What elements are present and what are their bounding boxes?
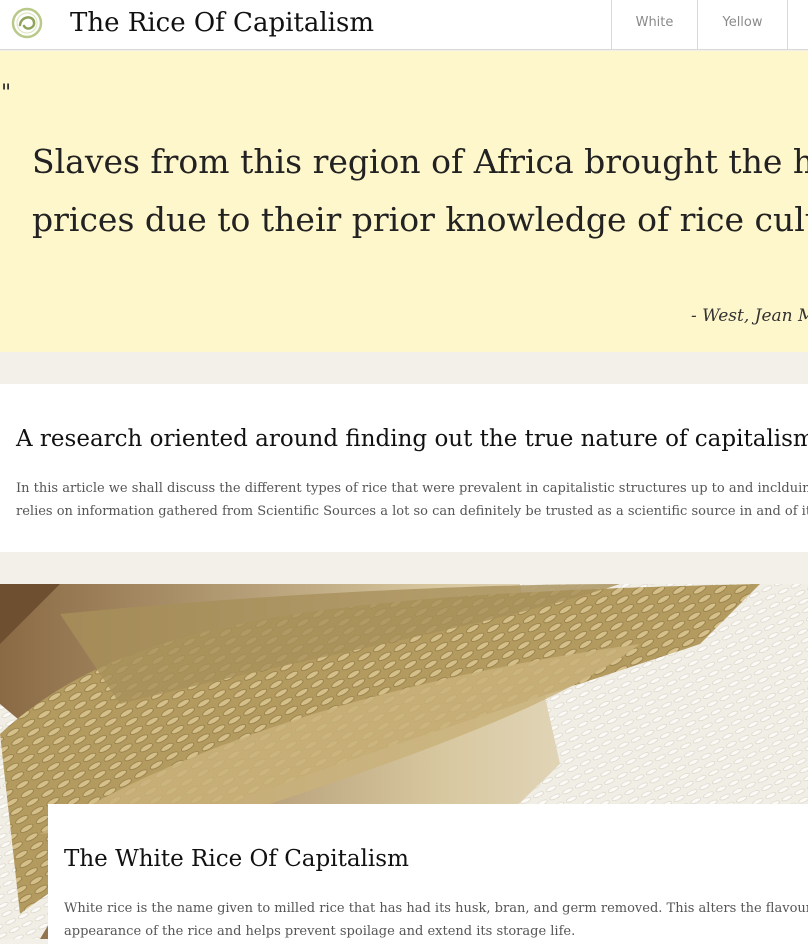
- site-title[interactable]: The Rice Of Capitalism: [70, 6, 374, 40]
- quote-text: Slaves from this region of Africa brough…: [32, 133, 808, 249]
- quote-mark: ": [1, 81, 12, 106]
- nav-more[interactable]: [787, 0, 808, 50]
- white-rice-line: White rice is the name given to milled r…: [64, 901, 808, 916]
- quote-attribution: - West, Jean M.: [691, 306, 808, 326]
- nav-yellow[interactable]: Yellow: [697, 0, 787, 50]
- white-rice-line: appearance of the rice and helps prevent…: [64, 924, 576, 939]
- site-header: The Rice Of Capitalism White Yellow: [0, 0, 808, 50]
- white-rice-card: The White Rice Of Capitalism White rice …: [48, 804, 808, 944]
- intro-section: A research oriented around finding out t…: [0, 384, 808, 552]
- intro-line: relies on information gathered from Scie…: [16, 504, 808, 519]
- nav-white[interactable]: White: [611, 0, 697, 50]
- white-rice-paragraph: White rice is the name given to milled r…: [64, 897, 808, 943]
- swirl-logo-icon[interactable]: [11, 7, 43, 39]
- intro-paragraph: In this article we shall discuss the dif…: [16, 477, 808, 523]
- intro-heading: A research oriented around finding out t…: [16, 426, 808, 452]
- quote-line: Slaves from this region of Africa brough…: [32, 142, 808, 181]
- white-rice-heading: The White Rice Of Capitalism: [64, 846, 409, 872]
- top-nav: White Yellow: [611, 0, 808, 50]
- quote-line: prices due to their prior knowledge of r…: [32, 200, 808, 239]
- quote-block: " Slaves from this region of Africa brou…: [0, 51, 808, 352]
- intro-line: In this article we shall discuss the dif…: [16, 481, 808, 496]
